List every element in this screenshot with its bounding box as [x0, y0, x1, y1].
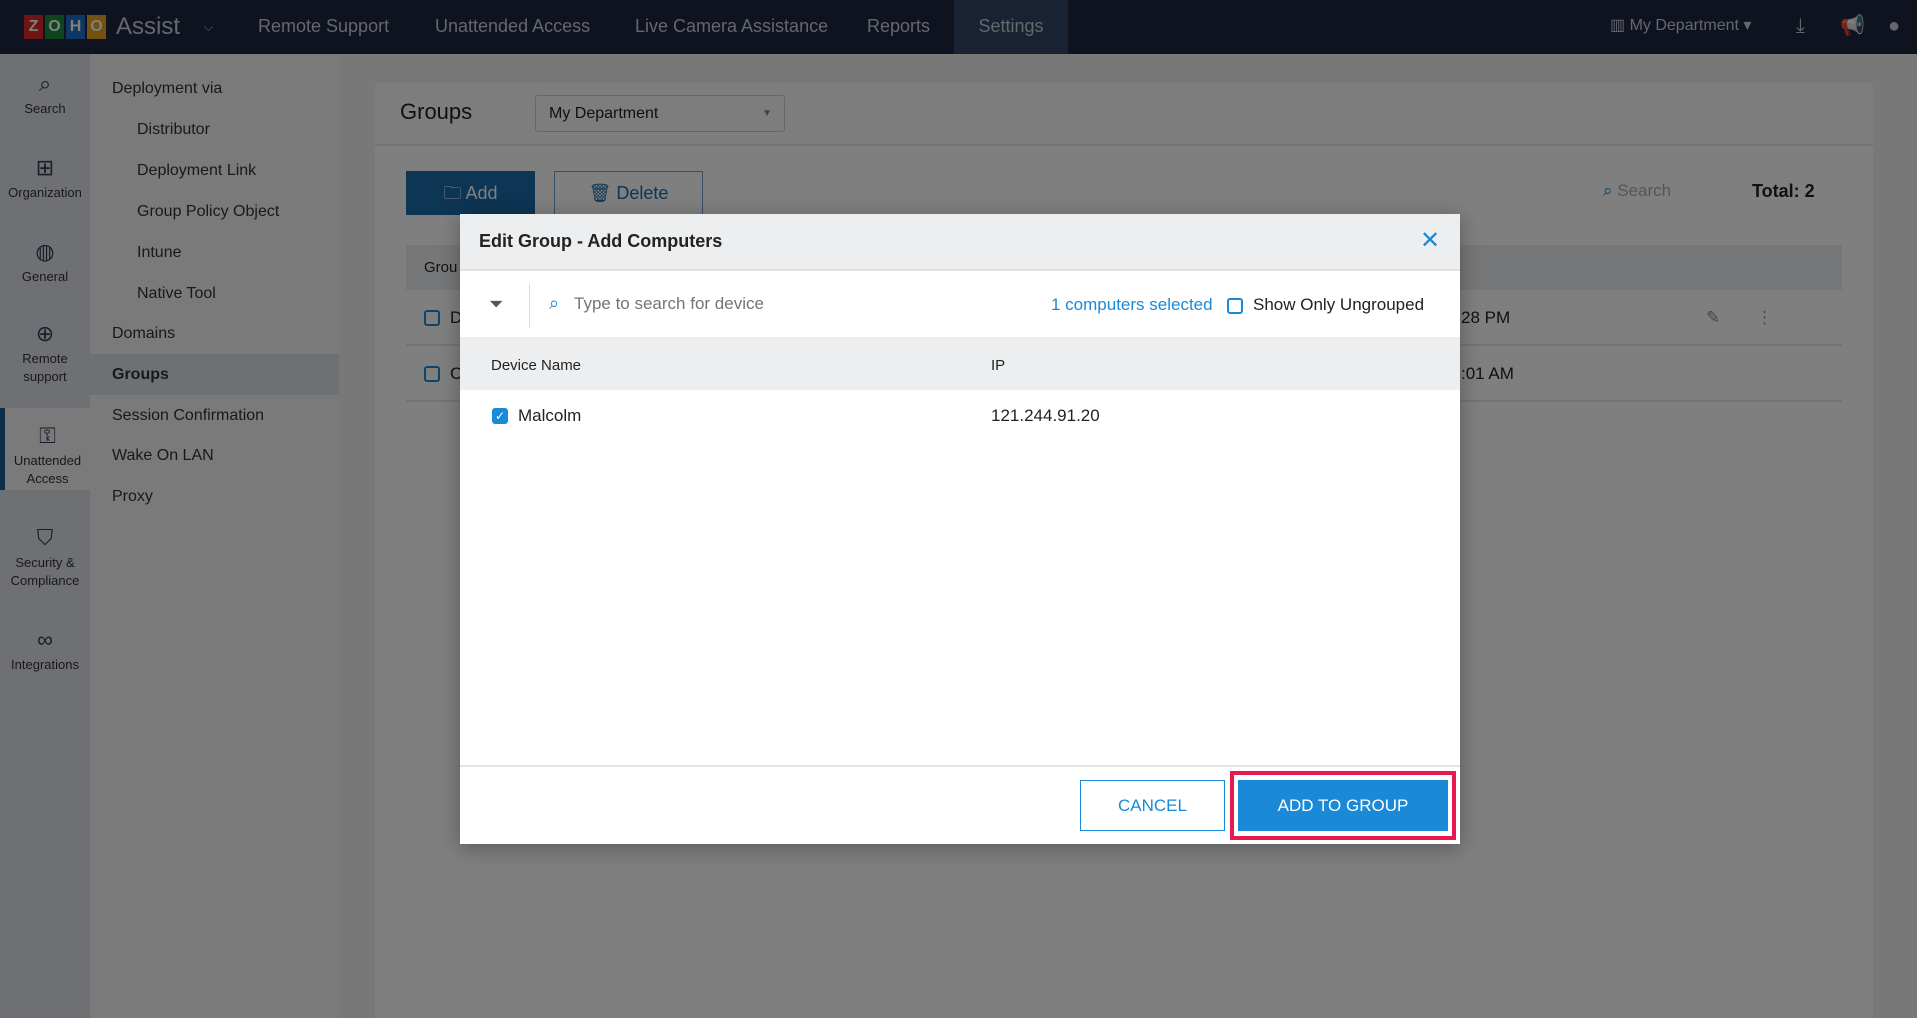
device-checkbox[interactable]: ✓ — [492, 408, 508, 424]
device-name: Malcolm — [518, 406, 582, 425]
filter-icon[interactable]: ⏷ — [489, 294, 503, 315]
column-device-name: Device Name — [491, 357, 582, 374]
device-row[interactable]: ✓ Malcolm 121.244.91.20 — [460, 390, 1460, 440]
device-search-input[interactable] — [574, 288, 874, 320]
selected-count-link[interactable]: 1 computers selected — [1051, 295, 1213, 315]
modal-title: Edit Group - Add Computers — [479, 231, 723, 251]
column-ip: IP — [991, 357, 1006, 374]
device-ip: 121.244.91.20 — [991, 406, 1100, 425]
add-to-group-button[interactable]: ADD TO GROUP — [1238, 780, 1448, 831]
close-icon[interactable]: ✕ — [1420, 226, 1440, 255]
edit-group-modal: Edit Group - Add Computers ✕ ⏷ ⌕ 1 compu… — [460, 214, 1460, 844]
show-ungrouped-checkbox[interactable] — [1227, 298, 1243, 314]
show-ungrouped-label[interactable]: Show Only Ungrouped — [1253, 295, 1424, 315]
cancel-button[interactable]: CANCEL — [1080, 780, 1225, 831]
search-icon: ⌕ — [549, 293, 560, 313]
